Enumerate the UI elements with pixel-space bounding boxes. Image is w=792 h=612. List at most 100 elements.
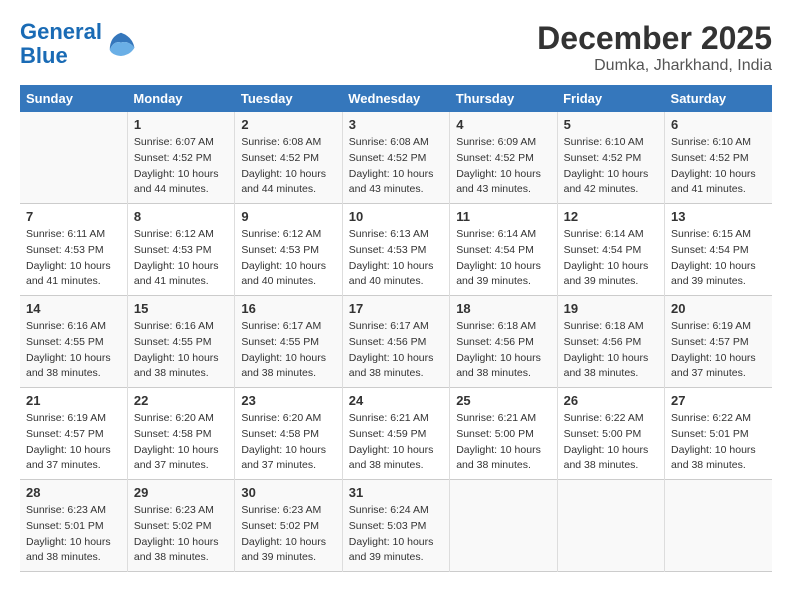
day-info: Sunrise: 6:20 AM Sunset: 4:58 PM Dayligh… xyxy=(134,411,228,474)
day-info: Sunrise: 6:16 AM Sunset: 4:55 PM Dayligh… xyxy=(134,319,228,382)
day-number: 22 xyxy=(134,393,228,408)
day-cell: 7 Sunrise: 6:11 AM Sunset: 4:53 PM Daylig… xyxy=(20,204,127,296)
day-number: 14 xyxy=(26,301,121,316)
week-row-5: 28 Sunrise: 6:23 AM Sunset: 5:01 PM Dayli… xyxy=(20,480,772,572)
day-info: Sunrise: 6:14 AM Sunset: 4:54 PM Dayligh… xyxy=(456,227,550,290)
day-info: Sunrise: 6:10 AM Sunset: 4:52 PM Dayligh… xyxy=(564,135,658,198)
day-number: 16 xyxy=(241,301,335,316)
weekday-header-thursday: Thursday xyxy=(450,85,557,112)
day-cell: 21Sunrise: 6:19 AM Sunset: 4:57 PM Dayli… xyxy=(20,388,127,480)
day-info: Sunrise: 6:10 AM Sunset: 4:52 PM Dayligh… xyxy=(671,135,766,198)
day-number: 28 xyxy=(26,485,121,500)
week-row-1: 1 Sunrise: 6:07 AM Sunset: 4:52 PM Daylig… xyxy=(20,112,772,204)
weekday-header-monday: Monday xyxy=(127,85,234,112)
day-number: 27 xyxy=(671,393,766,408)
weekday-header-row: SundayMondayTuesdayWednesdayThursdayFrid… xyxy=(20,85,772,112)
day-number: 31 xyxy=(349,485,443,500)
day-number: 26 xyxy=(564,393,658,408)
day-info: Sunrise: 6:22 AM Sunset: 5:00 PM Dayligh… xyxy=(564,411,658,474)
week-row-2: 7 Sunrise: 6:11 AM Sunset: 4:53 PM Daylig… xyxy=(20,204,772,296)
day-number: 1 xyxy=(134,117,228,132)
day-number: 3 xyxy=(349,117,443,132)
day-cell: 8 Sunrise: 6:12 AM Sunset: 4:53 PM Daylig… xyxy=(127,204,234,296)
calendar-table: SundayMondayTuesdayWednesdayThursdayFrid… xyxy=(20,85,772,572)
day-info: Sunrise: 6:12 AM Sunset: 4:53 PM Dayligh… xyxy=(134,227,228,290)
day-cell: 19Sunrise: 6:18 AM Sunset: 4:56 PM Dayli… xyxy=(557,296,664,388)
day-cell: 17Sunrise: 6:17 AM Sunset: 4:56 PM Dayli… xyxy=(342,296,449,388)
day-number: 20 xyxy=(671,301,766,316)
day-info: Sunrise: 6:24 AM Sunset: 5:03 PM Dayligh… xyxy=(349,503,443,566)
day-info: Sunrise: 6:18 AM Sunset: 4:56 PM Dayligh… xyxy=(564,319,658,382)
day-info: Sunrise: 6:18 AM Sunset: 4:56 PM Dayligh… xyxy=(456,319,550,382)
day-cell: 12Sunrise: 6:14 AM Sunset: 4:54 PM Dayli… xyxy=(557,204,664,296)
day-cell: 15 Sunrise: 6:16 AM Sunset: 4:55 PM Dayli… xyxy=(127,296,234,388)
day-number: 10 xyxy=(349,209,443,224)
day-info: Sunrise: 6:23 AM Sunset: 5:02 PM Dayligh… xyxy=(134,503,228,566)
day-info: Sunrise: 6:16 AM Sunset: 4:55 PM Dayligh… xyxy=(26,319,121,382)
title-block: December 2025 Dumka, Jharkhand, India xyxy=(537,20,772,75)
day-info: Sunrise: 6:23 AM Sunset: 5:02 PM Dayligh… xyxy=(241,503,335,566)
logo-text: GeneralBlue xyxy=(20,20,102,68)
day-cell: 14 Sunrise: 6:16 AM Sunset: 4:55 PM Dayli… xyxy=(20,296,127,388)
day-cell: 22 Sunrise: 6:20 AM Sunset: 4:58 PM Dayli… xyxy=(127,388,234,480)
day-info: Sunrise: 6:23 AM Sunset: 5:01 PM Dayligh… xyxy=(26,503,121,566)
day-info: Sunrise: 6:20 AM Sunset: 4:58 PM Dayligh… xyxy=(241,411,335,474)
day-cell: 26 Sunrise: 6:22 AM Sunset: 5:00 PM Dayli… xyxy=(557,388,664,480)
day-cell: 4 Sunrise: 6:09 AM Sunset: 4:52 PM Daylig… xyxy=(450,112,557,204)
day-number: 23 xyxy=(241,393,335,408)
day-number: 4 xyxy=(456,117,550,132)
day-info: Sunrise: 6:13 AM Sunset: 4:53 PM Dayligh… xyxy=(349,227,443,290)
day-info: Sunrise: 6:21 AM Sunset: 4:59 PM Dayligh… xyxy=(349,411,443,474)
day-cell xyxy=(450,480,557,572)
day-cell: 11 Sunrise: 6:14 AM Sunset: 4:54 PM Dayli… xyxy=(450,204,557,296)
day-cell: 18 Sunrise: 6:18 AM Sunset: 4:56 PM Dayli… xyxy=(450,296,557,388)
week-row-4: 21Sunrise: 6:19 AM Sunset: 4:57 PM Dayli… xyxy=(20,388,772,480)
day-info: Sunrise: 6:08 AM Sunset: 4:52 PM Dayligh… xyxy=(349,135,443,198)
day-cell: 25Sunrise: 6:21 AM Sunset: 5:00 PM Dayli… xyxy=(450,388,557,480)
day-cell: 13Sunrise: 6:15 AM Sunset: 4:54 PM Dayli… xyxy=(665,204,772,296)
day-info: Sunrise: 6:15 AM Sunset: 4:54 PM Dayligh… xyxy=(671,227,766,290)
day-info: Sunrise: 6:17 AM Sunset: 4:55 PM Dayligh… xyxy=(241,319,335,382)
day-number: 11 xyxy=(456,209,550,224)
day-number: 30 xyxy=(241,485,335,500)
day-info: Sunrise: 6:09 AM Sunset: 4:52 PM Dayligh… xyxy=(456,135,550,198)
day-number: 7 xyxy=(26,209,121,224)
day-cell: 3 Sunrise: 6:08 AM Sunset: 4:52 PM Daylig… xyxy=(342,112,449,204)
day-cell xyxy=(20,112,127,204)
day-number: 18 xyxy=(456,301,550,316)
day-number: 6 xyxy=(671,117,766,132)
day-number: 5 xyxy=(564,117,658,132)
day-info: Sunrise: 6:12 AM Sunset: 4:53 PM Dayligh… xyxy=(241,227,335,290)
day-cell xyxy=(557,480,664,572)
day-number: 8 xyxy=(134,209,228,224)
day-cell: 9 Sunrise: 6:12 AM Sunset: 4:53 PM Daylig… xyxy=(235,204,342,296)
day-info: Sunrise: 6:11 AM Sunset: 4:53 PM Dayligh… xyxy=(26,227,121,290)
day-cell: 10 Sunrise: 6:13 AM Sunset: 4:53 PM Dayli… xyxy=(342,204,449,296)
day-info: Sunrise: 6:08 AM Sunset: 4:52 PM Dayligh… xyxy=(241,135,335,198)
day-info: Sunrise: 6:17 AM Sunset: 4:56 PM Dayligh… xyxy=(349,319,443,382)
day-info: Sunrise: 6:07 AM Sunset: 4:52 PM Dayligh… xyxy=(134,135,228,198)
day-cell: 6 Sunrise: 6:10 AM Sunset: 4:52 PM Daylig… xyxy=(665,112,772,204)
day-number: 2 xyxy=(241,117,335,132)
weekday-header-tuesday: Tuesday xyxy=(235,85,342,112)
day-info: Sunrise: 6:14 AM Sunset: 4:54 PM Dayligh… xyxy=(564,227,658,290)
weekday-header-saturday: Saturday xyxy=(665,85,772,112)
page-header: GeneralBlue December 2025 Dumka, Jharkha… xyxy=(20,20,772,75)
day-number: 15 xyxy=(134,301,228,316)
day-cell: 27 Sunrise: 6:22 AM Sunset: 5:01 PM Dayli… xyxy=(665,388,772,480)
day-cell: 24Sunrise: 6:21 AM Sunset: 4:59 PM Dayli… xyxy=(342,388,449,480)
month-title: December 2025 xyxy=(537,20,772,57)
day-number: 25 xyxy=(456,393,550,408)
day-cell: 31 Sunrise: 6:24 AM Sunset: 5:03 PM Dayli… xyxy=(342,480,449,572)
day-cell: 1 Sunrise: 6:07 AM Sunset: 4:52 PM Daylig… xyxy=(127,112,234,204)
day-info: Sunrise: 6:22 AM Sunset: 5:01 PM Dayligh… xyxy=(671,411,766,474)
logo-icon xyxy=(106,29,136,59)
day-info: Sunrise: 6:19 AM Sunset: 4:57 PM Dayligh… xyxy=(26,411,121,474)
day-cell: 20Sunrise: 6:19 AM Sunset: 4:57 PM Dayli… xyxy=(665,296,772,388)
day-number: 9 xyxy=(241,209,335,224)
weekday-header-wednesday: Wednesday xyxy=(342,85,449,112)
location: Dumka, Jharkhand, India xyxy=(537,57,772,75)
day-cell: 28 Sunrise: 6:23 AM Sunset: 5:01 PM Dayli… xyxy=(20,480,127,572)
day-cell: 16 Sunrise: 6:17 AM Sunset: 4:55 PM Dayli… xyxy=(235,296,342,388)
day-cell: 23 Sunrise: 6:20 AM Sunset: 4:58 PM Dayli… xyxy=(235,388,342,480)
